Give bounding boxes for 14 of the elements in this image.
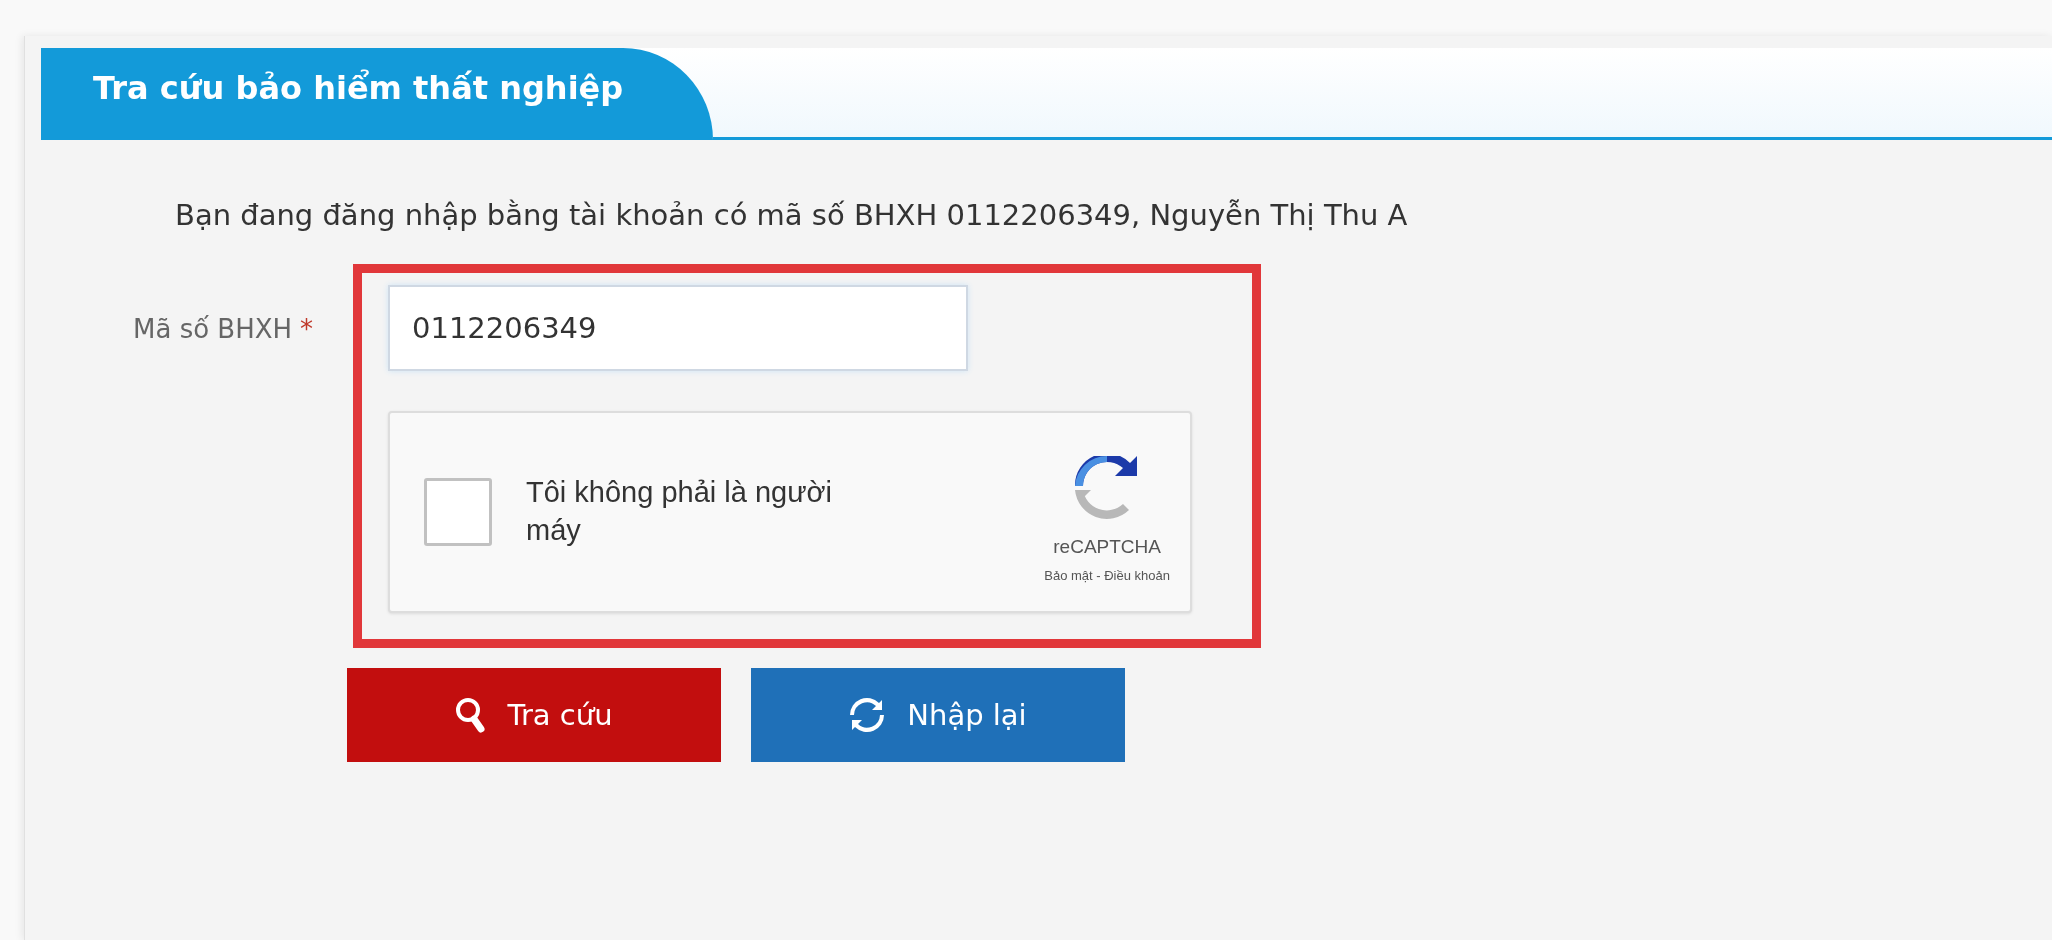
required-mark: * [300,314,314,344]
captcha-checkbox[interactable] [424,478,492,546]
refresh-icon [849,697,886,733]
captcha-links[interactable]: Bảo mật - Điều khoản [1044,567,1170,583]
bhxh-input[interactable]: 0112206349 [388,285,968,371]
captcha-label: Tôi không phải là người máy [526,475,834,548]
captcha-brand: reCAPTCHA [1053,535,1161,558]
search-icon [455,697,486,733]
field-label: Mã số BHXH [133,314,293,344]
reset-button[interactable]: Nhập lại [751,668,1125,762]
login-info: Bạn đang đăng nhập bằng tài khoản có mã số BHXH 0112206349, Nguyễn Thị Thu A [175,198,1409,232]
search-button[interactable]: Tra cứu [347,668,721,762]
recaptcha-logo-icon [1075,455,1140,520]
panel-title: Tra cứu bảo hiểm thất nghiệp [41,48,714,140]
